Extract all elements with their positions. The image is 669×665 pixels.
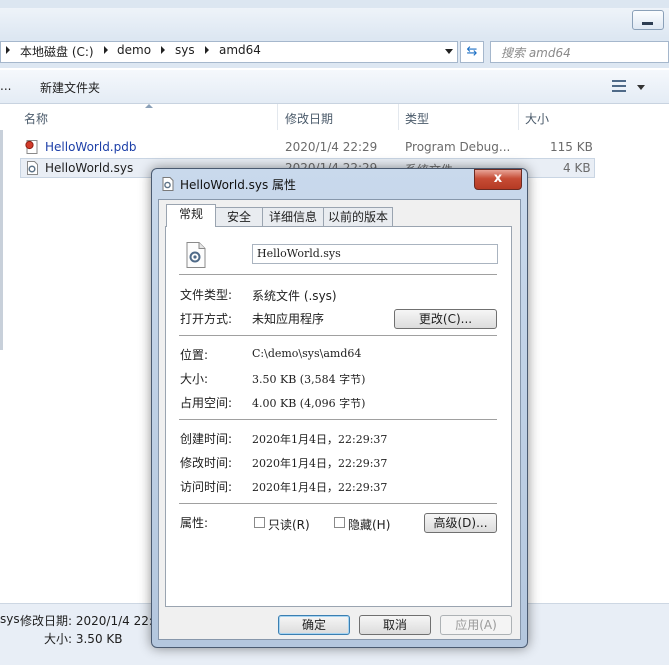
location-label: 位置: — [180, 348, 209, 362]
accessed-value: 2020年1月4日，22:29:37 — [252, 481, 388, 494]
file-type-label: 文件类型: — [180, 288, 233, 302]
minimize-button[interactable] — [632, 10, 664, 30]
general-tab-panel — [165, 226, 512, 607]
breadcrumb-demo[interactable]: demo — [117, 43, 151, 57]
organize-button[interactable]: ... — [0, 79, 11, 93]
system-file-icon — [186, 242, 206, 268]
file-name-value: HelloWorld.sys — [257, 247, 341, 260]
divider — [179, 274, 497, 276]
breadcrumb-arrow-icon[interactable] — [161, 46, 165, 54]
file-name: HelloWorld.sys — [45, 161, 134, 175]
open-with-value: 未知应用程序 — [252, 312, 325, 326]
open-with-label: 打开方式: — [180, 312, 233, 326]
tab-details[interactable]: 详细信息 — [262, 207, 324, 226]
search-input[interactable]: 搜索 amd64 — [490, 41, 669, 63]
size-on-disk-value: 4.00 KB (4,096 字节) — [252, 397, 366, 410]
created-value: 2020年1月4日，22:29:37 — [252, 433, 388, 446]
size-label: 大小: — [180, 372, 209, 386]
new-folder-button[interactable]: 新建文件夹 — [40, 79, 100, 96]
file-name: HelloWorld.pdb — [45, 140, 137, 154]
file-size: 4 KB — [563, 161, 591, 175]
modified-label: 修改时间: — [180, 456, 233, 470]
ok-button[interactable]: 确定 — [278, 615, 350, 635]
address-history-chevron-down-icon[interactable] — [445, 49, 453, 54]
attributes-label: 属性: — [180, 516, 209, 530]
location-value[interactable]: C:\demo\sys\amd64 — [252, 347, 361, 360]
hidden-label[interactable]: 隐藏(H) — [348, 516, 390, 533]
modified-value: 2020年1月4日，22:29:37 — [252, 457, 388, 470]
system-file-icon — [162, 177, 174, 191]
hidden-checkbox[interactable] — [334, 517, 345, 528]
view-chevron-down-icon[interactable] — [637, 85, 645, 90]
file-name-input[interactable]: HelloWorld.sys — [252, 244, 498, 264]
file-size: 115 KB — [550, 140, 593, 154]
file-type: Program Debug... — [405, 140, 511, 154]
details-size: 大小: 3.50 KB — [44, 632, 123, 646]
minimize-icon — [642, 22, 653, 25]
size-on-disk-label: 占用空间: — [180, 396, 233, 410]
breadcrumb-drive[interactable]: 本地磁盘 (C:) — [20, 43, 94, 60]
sort-ascending-icon — [145, 104, 153, 108]
title-bar — [0, 8, 669, 38]
view-options-icon[interactable] — [612, 80, 626, 92]
command-bar — [0, 70, 669, 104]
details-file-name: sys — [0, 612, 20, 626]
table-row[interactable]: HelloWorld.pdb 2020/1/4 22:29 Program De… — [20, 137, 595, 157]
close-icon: x — [493, 171, 503, 186]
breadcrumb-arrow-icon[interactable] — [205, 46, 209, 54]
apply-button[interactable]: 应用(A) — [440, 615, 512, 635]
cancel-button[interactable]: 取消 — [359, 615, 431, 635]
column-divider[interactable] — [518, 104, 519, 130]
refresh-icon: ⇆ — [466, 44, 478, 59]
column-header-name[interactable]: 名称 — [24, 110, 48, 127]
column-header-type[interactable]: 类型 — [405, 110, 429, 127]
breadcrumb-sys[interactable]: sys — [175, 43, 195, 57]
navigation-pane-edge — [0, 130, 3, 350]
tab-security[interactable]: 安全 — [215, 207, 263, 226]
column-divider[interactable] — [398, 104, 399, 130]
divider — [179, 419, 497, 421]
column-divider[interactable] — [277, 104, 278, 130]
search-placeholder: 搜索 amd64 — [501, 46, 571, 60]
advanced-button[interactable]: 高级(D)... — [424, 513, 497, 533]
refresh-button[interactable]: ⇆ — [460, 41, 484, 63]
details-modified: 修改日期: 2020/1/4 22: — [20, 614, 153, 628]
window-top-strip — [0, 0, 669, 8]
breadcrumb-arrow-icon[interactable] — [6, 46, 10, 54]
system-file-icon — [27, 161, 38, 175]
breadcrumb-amd64[interactable]: amd64 — [219, 43, 261, 57]
size-value: 3.50 KB (3,584 字节) — [252, 373, 366, 386]
accessed-label: 访问时间: — [180, 480, 233, 494]
readonly-label[interactable]: 只读(R) — [268, 516, 310, 533]
tab-previous-versions[interactable]: 以前的版本 — [323, 207, 393, 226]
breadcrumb-arrow-icon[interactable] — [104, 46, 108, 54]
readonly-checkbox[interactable] — [254, 517, 265, 528]
file-type-value: 系统文件 (.sys) — [252, 289, 337, 303]
divider — [179, 503, 497, 505]
column-header-size[interactable]: 大小 — [525, 110, 549, 127]
created-label: 创建时间: — [180, 432, 233, 446]
column-header-modified[interactable]: 修改日期 — [285, 110, 333, 127]
file-modified: 2020/1/4 22:29 — [285, 140, 378, 154]
pdb-file-icon — [25, 140, 38, 154]
dialog-title: HelloWorld.sys 属性 — [180, 178, 297, 192]
divider — [179, 335, 497, 337]
close-button[interactable]: x — [474, 169, 522, 190]
tab-general[interactable]: 常规 — [166, 204, 216, 227]
change-button[interactable]: 更改(C)... — [394, 309, 497, 329]
